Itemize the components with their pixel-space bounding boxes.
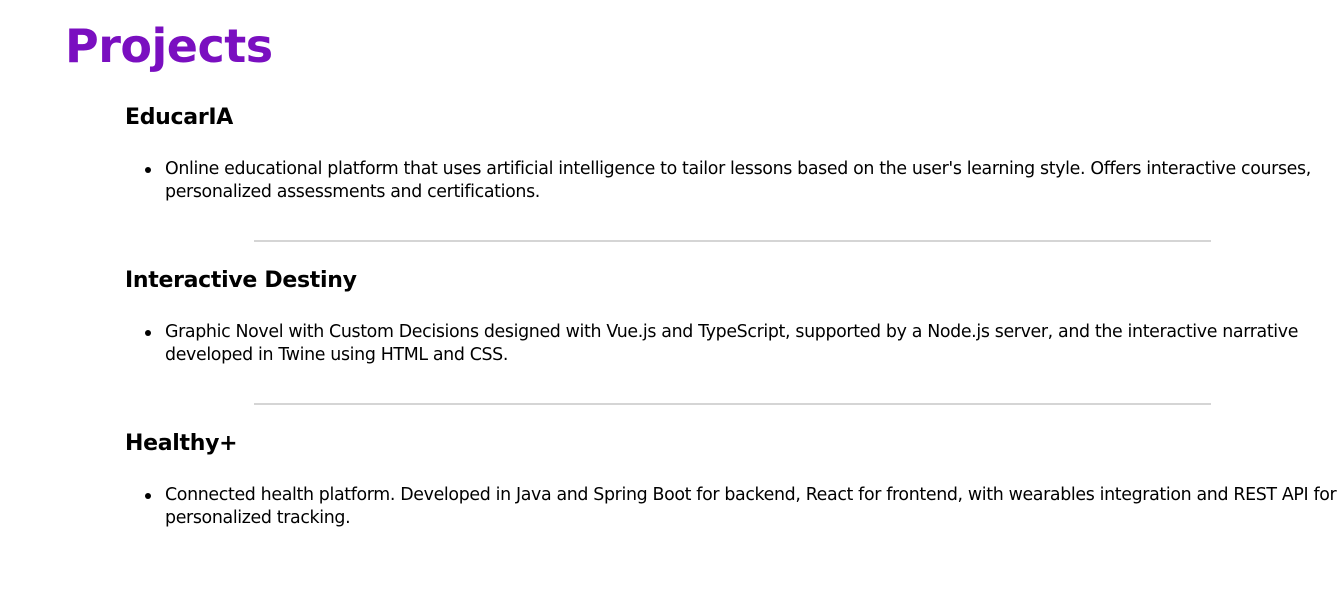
project-title: EducarIA <box>125 105 233 130</box>
project-title: Healthy+ <box>125 431 238 456</box>
divider <box>254 240 1211 242</box>
bullet-icon <box>145 493 151 499</box>
project-details-list: Graphic Novel with Custom Decisions desi… <box>125 321 1341 367</box>
bullet-icon <box>145 167 151 173</box>
project-interactive-destiny: Interactive Destiny Graphic Novel with C… <box>125 265 1341 367</box>
page-title: Projects <box>65 19 273 73</box>
projects-page: Projects EducarIA Online educational pla… <box>0 0 1341 590</box>
project-description: Connected health platform. Developed in … <box>165 485 1337 528</box>
project-title: Interactive Destiny <box>125 268 357 293</box>
list-item: Online educational platform that uses ar… <box>145 158 1341 204</box>
list-item: Connected health platform. Developed in … <box>145 484 1341 530</box>
list-item: Graphic Novel with Custom Decisions desi… <box>145 321 1341 367</box>
project-healthy-plus: Healthy+ Connected health platform. Deve… <box>125 428 1341 530</box>
bullet-icon <box>145 330 151 336</box>
project-description: Graphic Novel with Custom Decisions desi… <box>165 322 1299 365</box>
project-description: Online educational platform that uses ar… <box>165 159 1311 202</box>
project-details-list: Connected health platform. Developed in … <box>125 484 1341 530</box>
project-educaria: EducarIA Online educational platform tha… <box>125 102 1341 204</box>
divider <box>254 403 1211 405</box>
project-details-list: Online educational platform that uses ar… <box>125 158 1341 204</box>
